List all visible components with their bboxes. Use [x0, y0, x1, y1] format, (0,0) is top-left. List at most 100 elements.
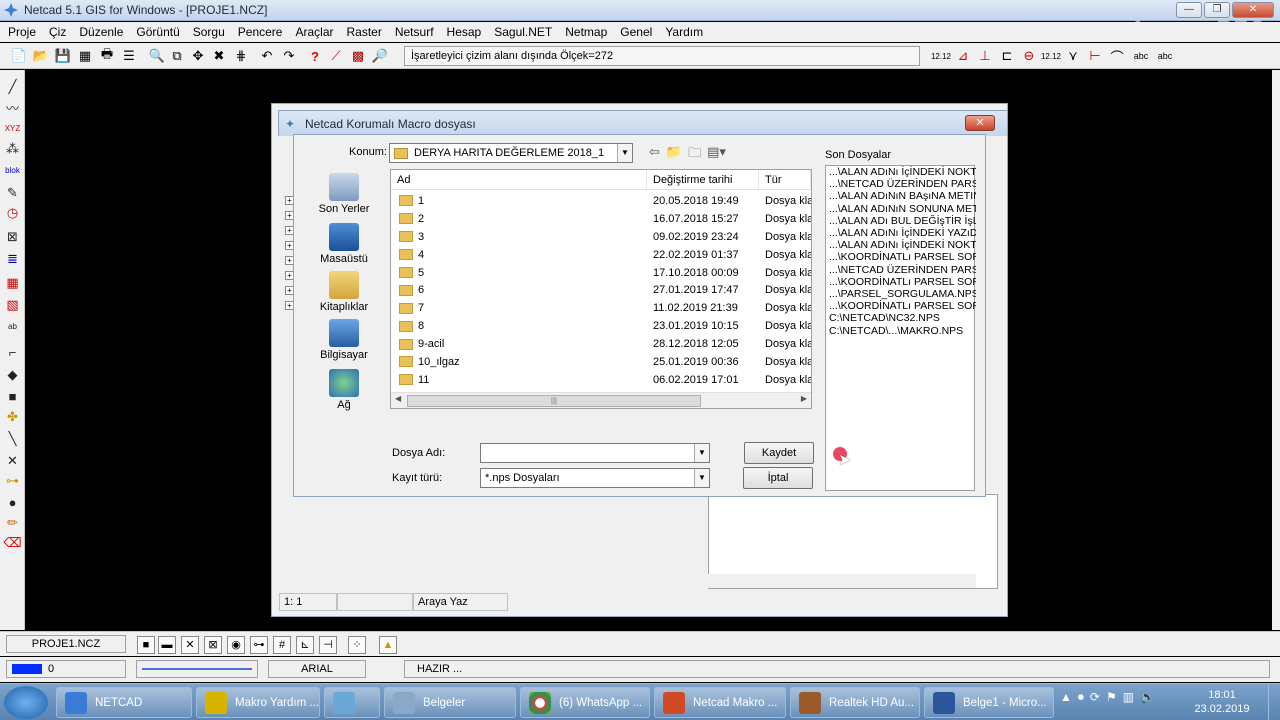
clock[interactable]: 18:01 23.02.2019 [1192, 688, 1252, 716]
coord-icon[interactable]: 12.12 [1041, 47, 1061, 65]
menu-yardim[interactable]: Yardım [665, 25, 703, 39]
print-icon[interactable]: 🖶 [98, 46, 116, 65]
layers-icon[interactable]: ☰ [120, 47, 138, 65]
project-tab[interactable]: PROJE1.NCZ [6, 635, 126, 653]
point-icon[interactable]: ⁂ [3, 140, 22, 158]
corner-icon[interactable]: ⌐ [3, 344, 22, 362]
tray-record-icon[interactable]: ⏺ [1078, 690, 1084, 705]
layer-indicator[interactable]: 0 [6, 660, 126, 678]
snap-icon[interactable]: ⋕ [232, 47, 250, 65]
menu-sagul-net[interactable]: Sagul.NET [494, 25, 552, 39]
menu-sorgu[interactable]: Sorgu [193, 25, 225, 39]
scroll-left-icon[interactable]: ◀ [395, 394, 401, 403]
start-button[interactable] [4, 686, 48, 719]
font-box[interactable]: ARIAL [268, 660, 366, 678]
split-icon[interactable]: ⊢ [1086, 47, 1104, 65]
list-item[interactable]: 517.10.2018 00:09Dosya klas [391, 264, 811, 282]
export-icon[interactable]: ▦ [76, 47, 94, 65]
arc-icon[interactable]: ⌒ [1108, 47, 1126, 65]
list-item[interactable]: ...\ALAN ADıNı İçİNDEKİ YAZıDA [826, 227, 976, 239]
text-edit-icon[interactable]: abc [1156, 47, 1174, 65]
list-item[interactable]: 9-acil28.12.2018 12:05Dosya klas [391, 335, 811, 353]
list-item[interactable]: ...\ALAN ADıNıN SONUNA MET [826, 203, 976, 215]
menu-netsurf[interactable]: Netsurf [395, 25, 434, 39]
list-item[interactable]: ...\KOORDİNATLı PARSEL SOR [826, 276, 976, 288]
intersect-icon[interactable]: ✕ [3, 452, 22, 470]
menu-pencere[interactable]: Pencere [238, 25, 283, 39]
cross-snap-icon[interactable]: ✕ [181, 636, 199, 654]
taskbar-item-powerpoint[interactable]: Netcad Makro ... [654, 687, 786, 718]
grid-snap-icon[interactable]: # [273, 636, 291, 654]
diamond-icon[interactable]: ◆ [3, 366, 22, 384]
zoom-icon[interactable]: 🔍 [148, 47, 166, 65]
menu-genel[interactable]: Genel [620, 25, 652, 39]
list-item[interactable]: 627.01.2019 17:47Dosya klas [391, 281, 811, 299]
stop-icon[interactable]: ■ [137, 636, 155, 654]
taskbar-item-whatsapp[interactable]: (6) WhatsApp ... [520, 687, 650, 718]
label-icon[interactable]: ab [3, 318, 22, 336]
view-menu-icon[interactable]: ▤▾ [707, 144, 726, 166]
cancel-button[interactable]: İptal [743, 467, 813, 489]
segment-icon[interactable]: ▬ [158, 636, 176, 654]
draw-icon[interactable]: ✎ [3, 184, 22, 202]
back-icon[interactable]: ⇦ [649, 144, 660, 166]
new-folder-icon[interactable]: 🗀 [688, 144, 701, 166]
list-item[interactable]: ...\NETCAD ÜZERİNDEN PARS [826, 178, 976, 190]
location-combo[interactable]: DERYA HARITA DEĞERLEME 2018_1 ▼ [389, 143, 633, 163]
taskbar-item-belgeler[interactable]: Belgeler [384, 687, 516, 718]
taskbar-item-netcad[interactable]: NETCAD [56, 687, 192, 718]
cross-icon[interactable]: ✖ [210, 47, 228, 65]
filename-input[interactable]: ▼ [480, 443, 710, 463]
chevron-down-icon[interactable]: ▼ [694, 469, 709, 487]
redo-icon[interactable]: ↷ [280, 47, 298, 65]
show-desktop-button[interactable] [1268, 684, 1280, 720]
clock-icon[interactable]: ◷ [3, 204, 22, 222]
horizontal-scrollbar[interactable] [456, 574, 976, 588]
taskbar-item-makro-yardim[interactable]: Makro Yardım ... [196, 687, 320, 718]
filetype-select[interactable]: *.nps Dosyaları ▼ [480, 468, 710, 488]
list-item[interactable]: 711.02.2019 21:39Dosya klas [391, 299, 811, 317]
height-icon[interactable]: ⊥ [976, 47, 994, 65]
tray-network-icon[interactable]: ▥ [1123, 690, 1134, 705]
chevron-down-icon[interactable]: ▼ [694, 444, 709, 462]
line-tool-icon[interactable]: ⟋ [327, 47, 345, 65]
undo-icon[interactable]: ↶ [258, 47, 276, 65]
tile-icon[interactable]: ⁘ [348, 636, 366, 654]
measure-icon[interactable]: 12.12 [931, 47, 951, 65]
list-item[interactable]: 309.02.2019 23:24Dosya klas [391, 228, 811, 246]
menu-ciz[interactable]: Çiz [49, 25, 66, 39]
bomb-icon[interactable]: ● [3, 494, 22, 512]
list-item[interactable]: 823.01.2019 10:15Dosya klas [391, 317, 811, 335]
ortho-icon[interactable]: ⊾ [296, 636, 314, 654]
list-item[interactable]: 120.05.2018 19:49Dosya klas [391, 192, 811, 210]
circle-snap-icon[interactable]: ◉ [227, 636, 245, 654]
pencil-icon[interactable]: ✏ [3, 514, 22, 532]
place-libraries[interactable]: Kitaplıklar [310, 271, 378, 313]
zoom-window-icon[interactable]: ⧉ [168, 47, 186, 65]
open-folder-icon[interactable]: 📂 [32, 47, 50, 65]
square-icon[interactable]: ■ [3, 388, 22, 406]
polyline-icon[interactable]: 〰 [3, 100, 22, 118]
list-icon[interactable]: ≣ [3, 250, 22, 268]
file-list-hscrollbar[interactable]: ◀ ||| ▶ [391, 392, 811, 408]
column-type[interactable]: Tür [759, 170, 811, 189]
taskbar-item-word[interactable]: Belge1 - Micro... [924, 687, 1054, 718]
text-tool-icon[interactable]: abc [1132, 47, 1150, 65]
save-icon[interactable]: 💾 [54, 47, 72, 65]
place-desktop[interactable]: Masaüstü [310, 223, 378, 265]
taskbar-item-notebook[interactable] [324, 687, 380, 718]
menu-hesap[interactable]: Hesap [447, 25, 482, 39]
angle-icon[interactable]: ⊿ [954, 47, 972, 65]
up-folder-icon[interactable]: 📁 [666, 144, 682, 166]
place-computer[interactable]: Bilgisayar [310, 319, 378, 361]
column-name[interactable]: Ad [391, 170, 647, 189]
menu-netmap[interactable]: Netmap [565, 25, 607, 39]
grid-icon[interactable]: ▦ [3, 274, 22, 292]
list-item[interactable]: 10_ılgaz25.01.2019 00:36Dosya klas [391, 353, 811, 371]
dialog-close-button[interactable]: ✕ [965, 115, 995, 131]
measure-line-icon[interactable]: ⊶ [3, 472, 22, 490]
list-item[interactable]: ...\KOORDİNATLı PARSEL SOR [826, 300, 976, 312]
list-item[interactable]: ...\PARSEL_SORGULAMA.NPS [826, 288, 976, 300]
save-button[interactable]: Kaydet [744, 442, 814, 464]
tray-expand-icon[interactable]: ▲ [1060, 690, 1072, 705]
